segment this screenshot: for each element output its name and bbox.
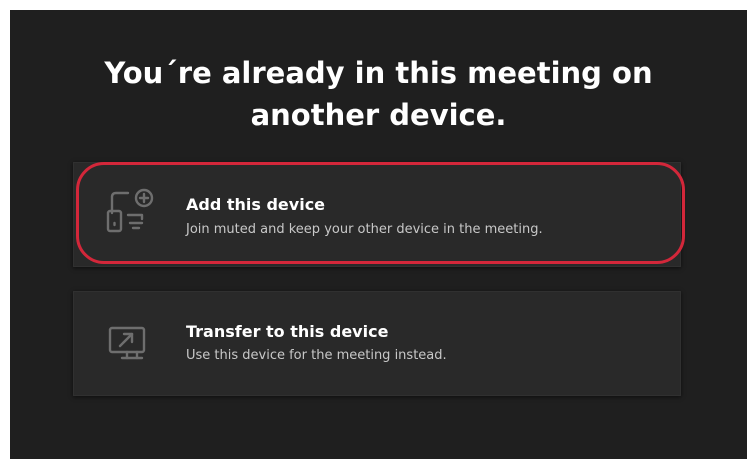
add-device-description: Join muted and keep your other device in… <box>186 222 543 237</box>
dialog-title-line2: another device. <box>250 98 507 132</box>
add-device-title: Add this device <box>186 195 326 214</box>
dialog-title-line1: You´re already in this meeting on <box>104 56 653 90</box>
transfer-device-option[interactable]: Transfer to this device Use this device … <box>73 291 681 396</box>
add-device-option[interactable]: Add this device Join muted and keep your… <box>73 162 681 267</box>
transfer-device-description: Use this device for the meeting instead. <box>186 348 447 363</box>
transfer-screen-icon <box>102 320 156 370</box>
add-device-icon <box>102 187 156 237</box>
dialog-title: You´re already in this meeting on anothe… <box>10 52 747 136</box>
transfer-device-title: Transfer to this device <box>186 322 389 341</box>
